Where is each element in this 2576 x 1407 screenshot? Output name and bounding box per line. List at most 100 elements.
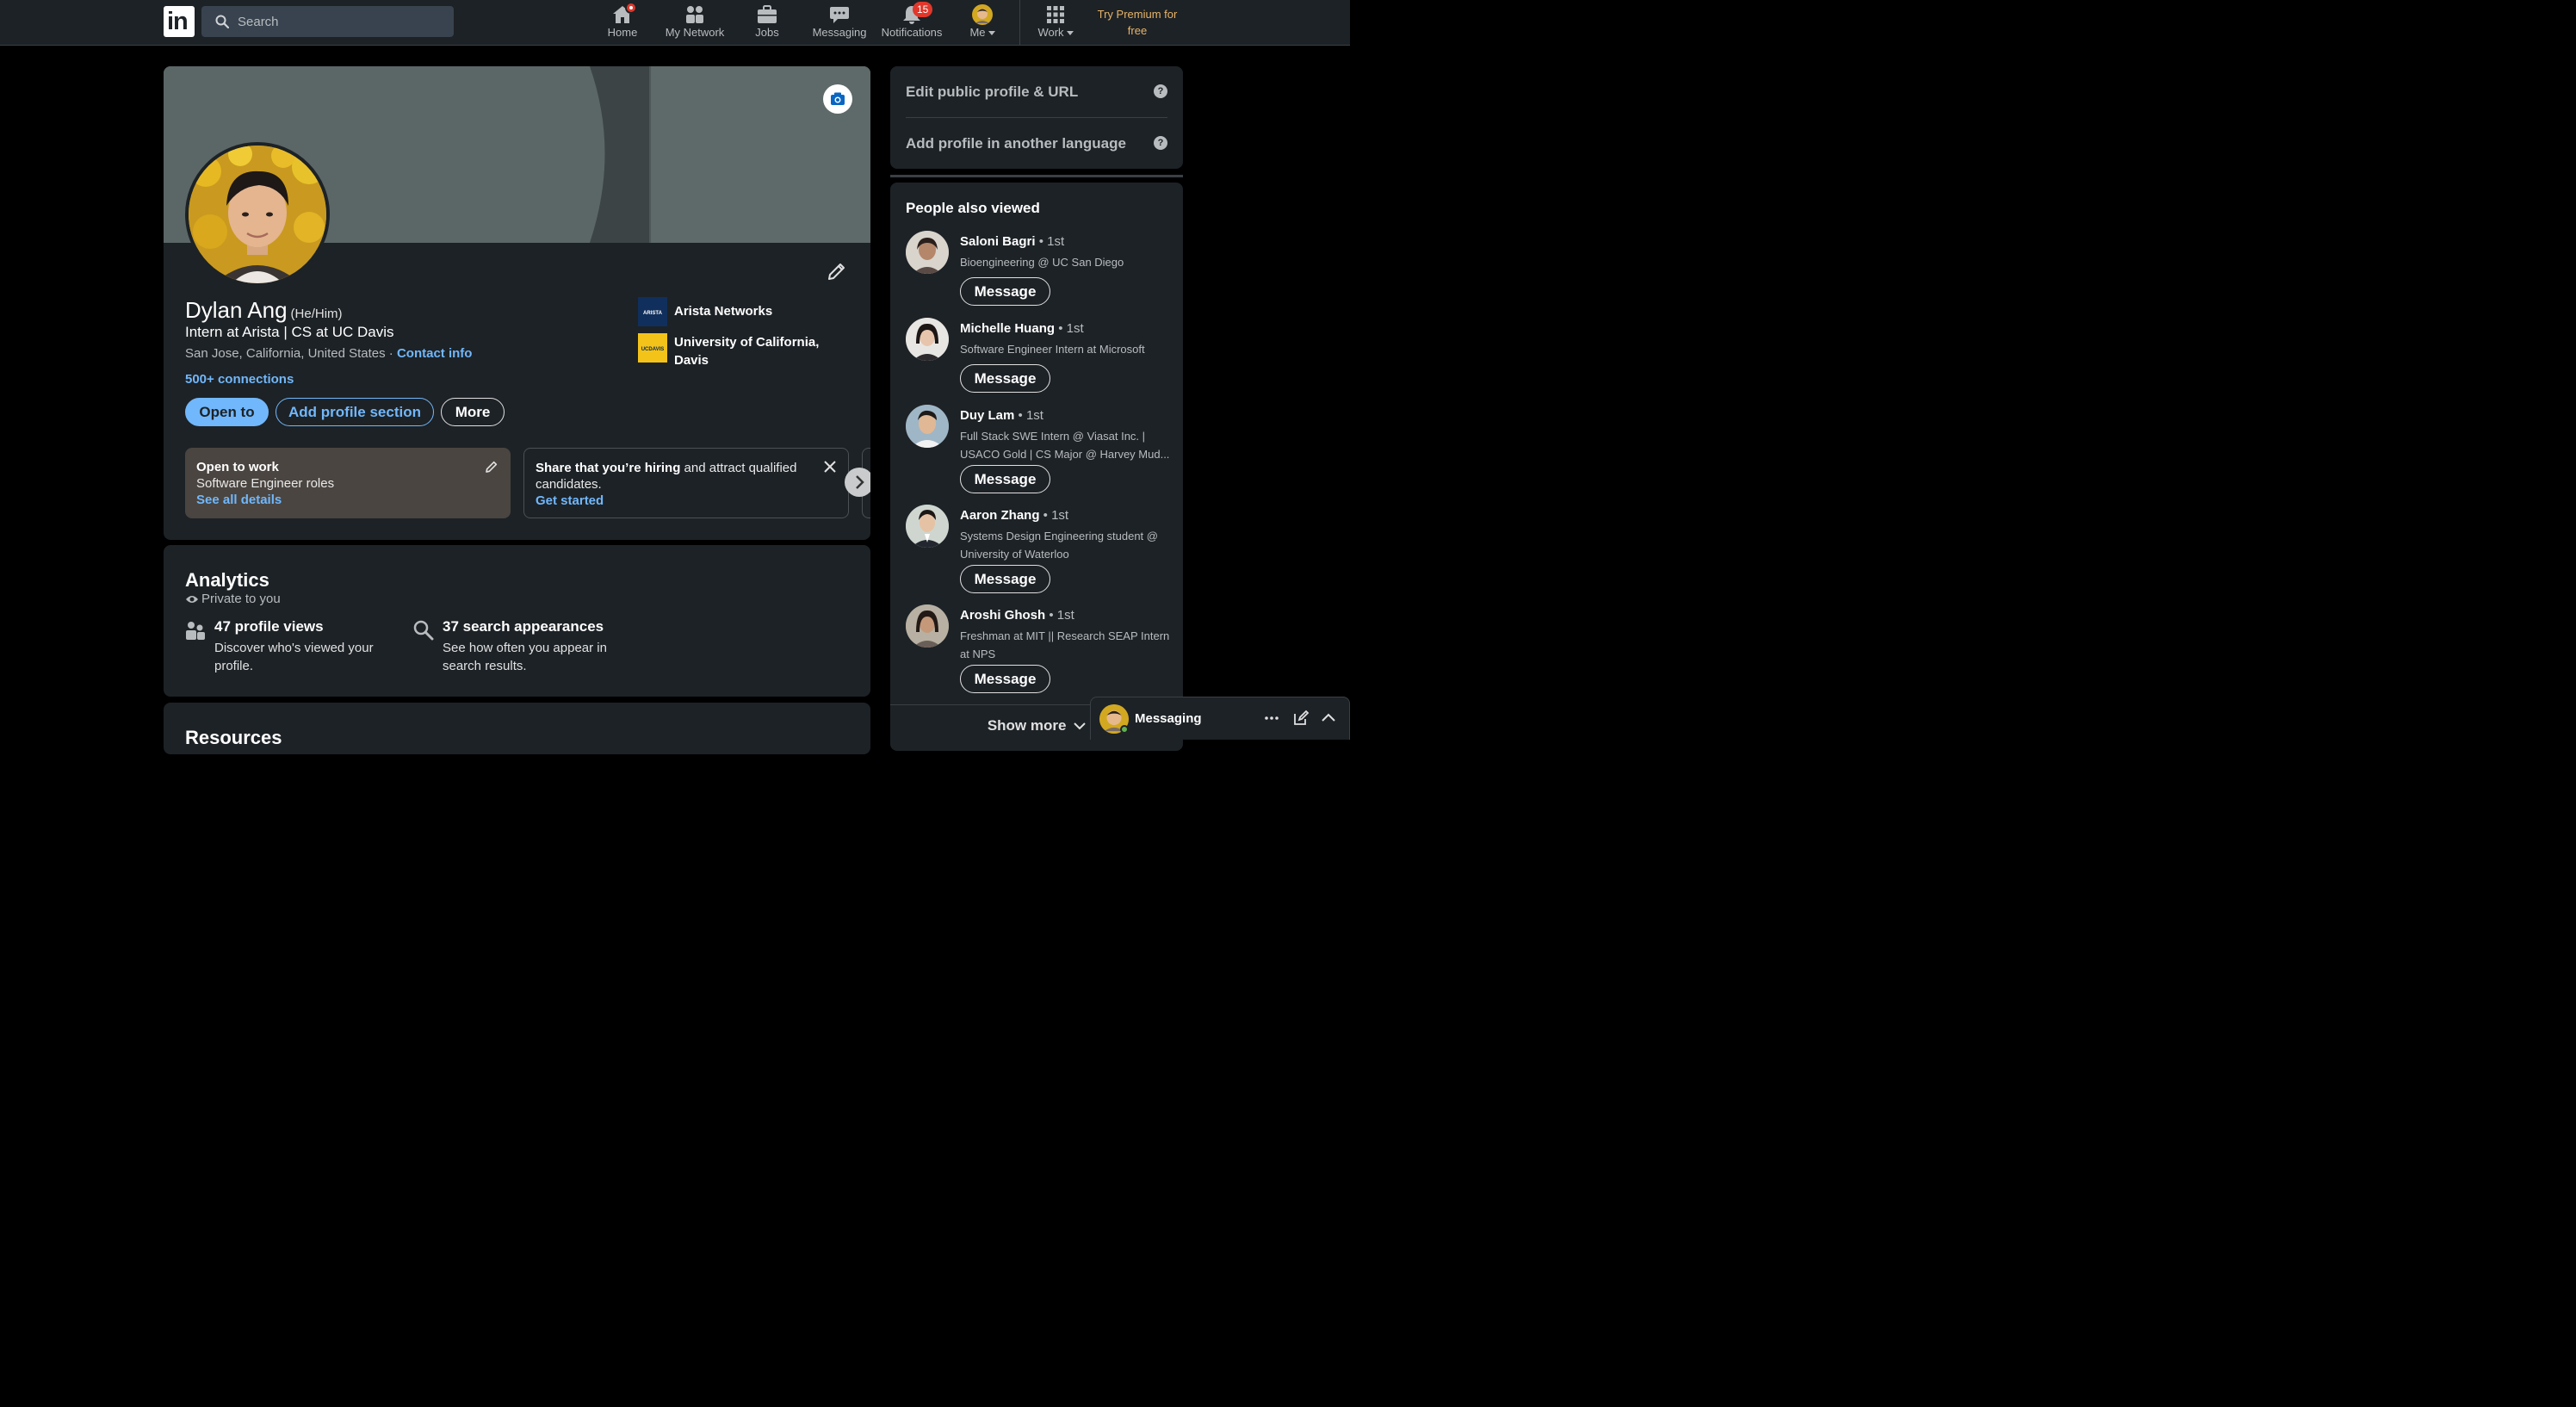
show-more-label: Show more [987,717,1067,734]
profile-card: Dylan Ang (He/Him) Intern at Arista | CS … [164,66,870,540]
chevron-up-icon[interactable] [1320,710,1337,727]
more-button[interactable]: More [441,398,505,426]
profile-name: Dylan Ang [185,297,288,323]
search-input[interactable] [238,11,444,32]
close-icon[interactable] [824,461,836,473]
person-name[interactable]: Saloni Bagri [960,234,1036,249]
open-to-work-card[interactable]: Open to work Software Engineer roles See… [185,448,511,518]
person-headline: Software Engineer Intern at Microsoft [960,343,1145,356]
nav-notifications[interactable]: 15 Notifications [876,0,947,46]
nav-home[interactable]: Home [601,0,644,46]
nav-me-label: Me [969,26,986,39]
private-to-you-label: Private to you [201,592,281,606]
nav-messaging[interactable]: Messaging [809,0,870,46]
camera-icon [831,92,845,105]
edit-intro-pencil-icon[interactable] [827,261,847,282]
try-premium-link[interactable]: Try Premium for free [1090,6,1185,39]
contact-info-link[interactable]: Contact info [397,346,473,361]
people-also-viewed-title: People also viewed [906,200,1040,216]
nav-messaging-label: Messaging [812,26,867,39]
open-to-button[interactable]: Open to [185,398,269,426]
connection-degree: • 1st [1055,321,1084,336]
person-headline: Systems Design Engineering student @ Uni… [960,530,1158,561]
edit-public-profile-link[interactable]: Edit public profile & URL ? [906,84,1167,101]
org-uc-davis[interactable]: UCDAVIS University of California, Davis [638,333,845,373]
help-icon[interactable]: ? [1154,136,1167,150]
search-icon [413,620,434,641]
nav-jobs-label: Jobs [755,26,779,39]
nav-work-label: Work [1037,26,1064,39]
profile-photo[interactable] [185,142,330,287]
profile-views-title: 47 profile views [214,618,324,635]
online-status-dot [1120,725,1129,734]
nav-me[interactable]: Me [963,0,1002,46]
avatar[interactable] [906,604,949,648]
connection-degree: • 1st [1035,234,1065,249]
sidebar-divider [890,175,1183,177]
nav-home-label: Home [607,26,638,39]
avatar [972,4,993,25]
message-button[interactable]: Message [960,665,1050,693]
nav-my-network-label: My Network [665,26,725,39]
message-button[interactable]: Message [960,364,1050,393]
avatar[interactable] [906,231,949,274]
uc-davis-logo-text: UCDAVIS [641,347,665,352]
avatar[interactable] [906,318,949,361]
nav-work[interactable]: Work [1031,0,1080,46]
more-options-icon[interactable] [1263,710,1280,727]
person-headline: Freshman at MIT || Research SEAP Intern … [960,629,1170,660]
person-headline: Bioengineering @ UC San Diego [960,256,1124,269]
edit-pencil-icon[interactable] [485,460,498,474]
notifications-badge: 15 [913,2,933,17]
arista-logo: ARISTA [638,297,667,326]
message-button[interactable]: Message [960,565,1050,593]
chat-icon [830,7,849,23]
org-arista[interactable]: ARISTA Arista Networks [638,297,845,326]
person-name[interactable]: Aaron Zhang [960,508,1040,523]
profile-pronouns: (He/Him) [290,307,343,321]
person-name[interactable]: Michelle Huang [960,321,1055,336]
top-nav: in Home My Network Jobs [0,0,1350,46]
chevron-right-icon [856,475,864,489]
person-headline: Full Stack SWE Intern @ Viasat Inc. | US… [960,430,1170,461]
compose-icon[interactable] [1292,710,1310,727]
resources-card: Resources [164,703,870,754]
divider [906,117,1167,118]
people-also-viewed-card: People also viewed Saloni Bagri • 1st Bi… [890,183,1183,751]
avatar[interactable] [906,405,949,448]
profile-views-desc: Discover who's viewed your profile. [214,641,374,673]
person-name[interactable]: Aroshi Ghosh [960,608,1045,623]
add-profile-section-button[interactable]: Add profile section [276,398,434,426]
share-hiring-card[interactable]: Share that you’re hiring and attract qua… [523,448,849,518]
nav-my-network[interactable]: My Network [659,0,730,46]
see-all-details-link[interactable]: See all details [196,493,282,507]
resources-title: Resources [185,727,282,748]
search-icon [215,15,229,28]
message-button[interactable]: Message [960,465,1050,493]
search-appearances-title: 37 search appearances [443,618,604,635]
person-name[interactable]: Duy Lam [960,408,1014,423]
messaging-dock[interactable]: Messaging [1090,697,1350,740]
location-separator: · [385,346,397,361]
nav-divider [1019,0,1020,46]
connection-degree: • 1st [1039,508,1069,523]
profile-settings-card: Edit public profile & URL ? Add profile … [890,66,1183,169]
add-language-profile-link[interactable]: Add profile in another language ? [906,135,1167,152]
message-button[interactable]: Message [960,277,1050,306]
nav-notifications-label: Notifications [881,26,943,39]
uc-davis-logo: UCDAVIS [638,333,667,363]
open-to-work-roles: Software Engineer roles [196,476,335,491]
help-icon[interactable]: ? [1154,84,1167,98]
search-bar[interactable] [201,6,454,37]
nav-jobs[interactable]: Jobs [746,0,789,46]
avatar[interactable] [906,505,949,548]
people-icon [186,622,205,640]
connections-link[interactable]: 500+ connections [185,372,294,387]
edit-banner-button[interactable] [823,84,852,114]
search-appearances-desc: See how often you appear in search resul… [443,641,607,673]
open-to-work-title: Open to work [196,460,279,474]
get-started-link[interactable]: Get started [536,493,604,508]
linkedin-logo[interactable]: in [164,6,195,37]
carousel-next-button[interactable] [845,468,870,497]
org-uc-davis-name: University of California, Davis [674,335,820,368]
